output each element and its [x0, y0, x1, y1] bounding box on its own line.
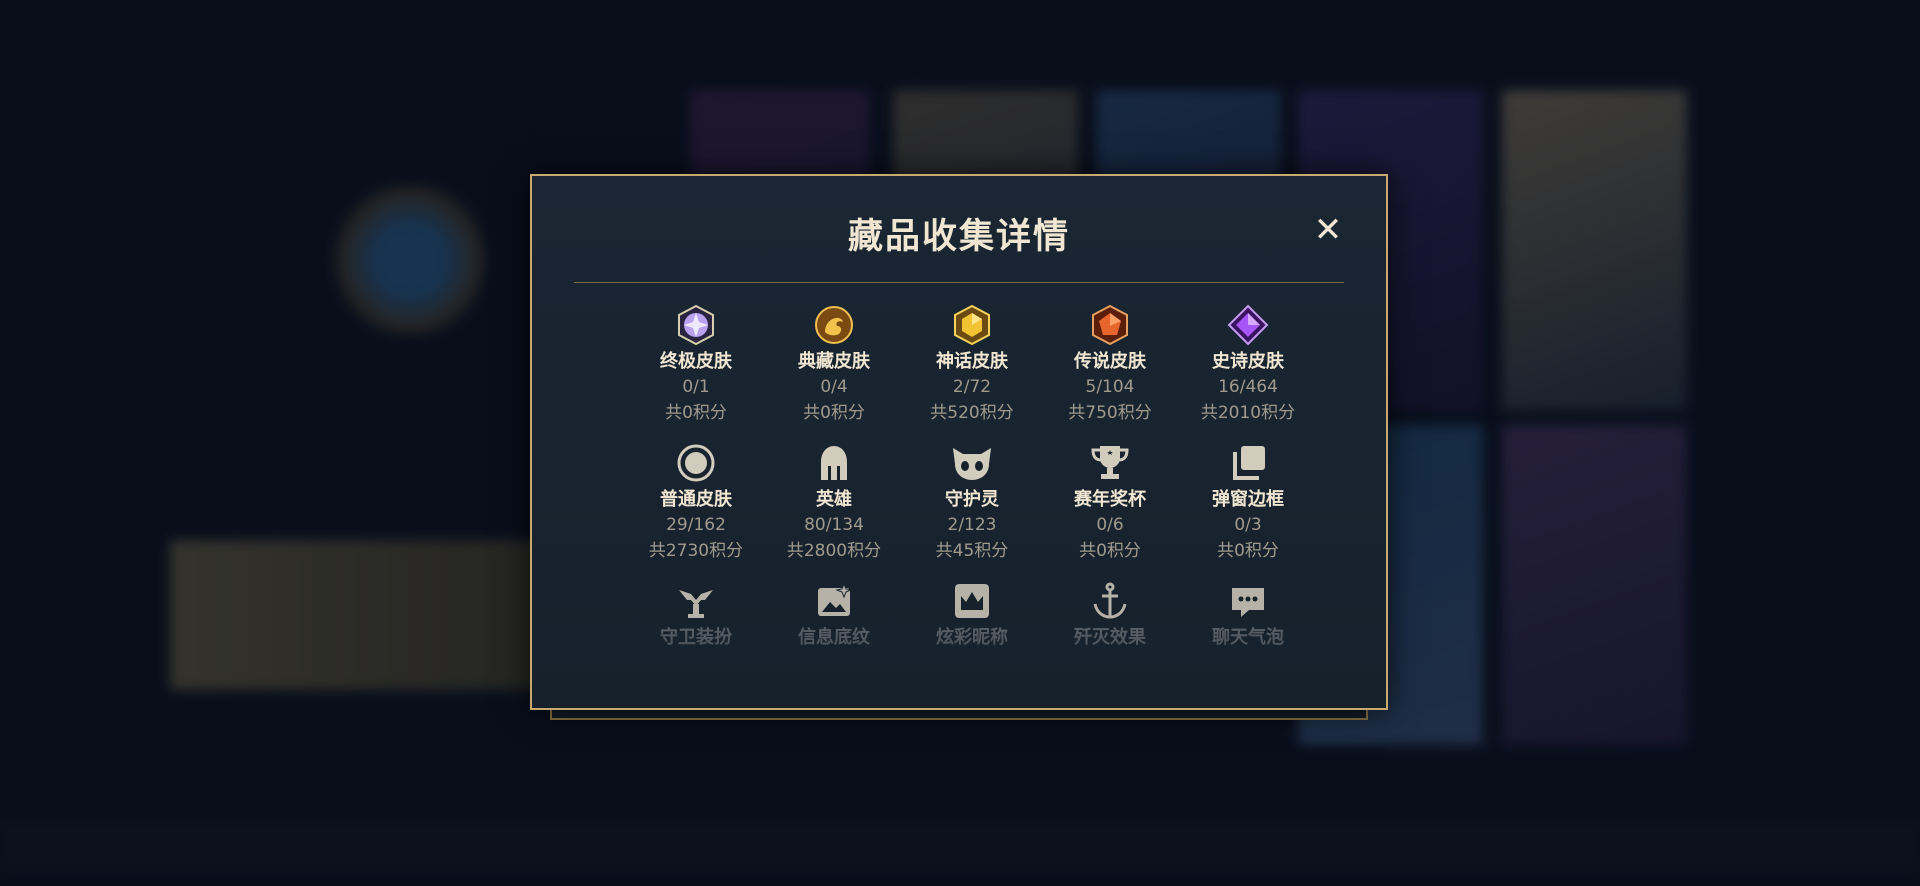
item-name: 守卫装扮 — [660, 627, 732, 648]
collection-item-epic-skin[interactable]: 史诗皮肤 16/464 共2010积分 — [1179, 302, 1317, 426]
ultimate-gem-icon — [627, 302, 765, 348]
item-points: 共2800积分 — [786, 541, 882, 561]
collection-item-season-trophy[interactable]: 赛年奖杯 0/6 共0积分 — [1041, 440, 1179, 564]
collection-item-little-legend[interactable]: 守护灵 2/123 共45积分 — [903, 440, 1041, 564]
item-points: 共0积分 — [803, 403, 865, 423]
item-name: 弹窗边框 — [1212, 489, 1284, 510]
collection-item-popup-frame[interactable]: 弹窗边框 0/3 共0积分 — [1179, 440, 1317, 564]
item-points: 共45积分 — [935, 541, 1009, 561]
item-points: 共750积分 — [1068, 403, 1152, 423]
item-count: 0/1 — [682, 377, 710, 397]
little-legend-icon — [903, 440, 1041, 486]
item-count: 29/162 — [666, 515, 726, 535]
frame-icon — [1179, 440, 1317, 486]
item-count: 0/4 — [820, 377, 848, 397]
item-points: 共2010积分 — [1200, 403, 1296, 423]
item-name: 守护灵 — [945, 489, 999, 510]
collection-item-profile-banner[interactable]: 信息底纹 — [765, 578, 903, 650]
item-name: 终极皮肤 — [660, 351, 732, 372]
collection-item-kill-effect[interactable]: 歼灭效果 — [1041, 578, 1179, 650]
collection-item-mythic-skin[interactable]: 神话皮肤 2/72 共520积分 — [903, 302, 1041, 426]
item-name: 赛年奖杯 — [1074, 489, 1146, 510]
trophy-icon — [1041, 440, 1179, 486]
item-points: 共0积分 — [1217, 541, 1279, 561]
collection-item-ultimate-skin[interactable]: 终极皮肤 0/1 共0积分 — [627, 302, 765, 426]
item-name: 典藏皮肤 — [798, 351, 870, 372]
item-points: 共0积分 — [665, 403, 727, 423]
collection-item-champion[interactable]: 英雄 80/134 共2800积分 — [765, 440, 903, 564]
collection-item-nickname-color[interactable]: 炫彩昵称 — [903, 578, 1041, 650]
collection-details-modal: 藏品收集详情 ✕ 终极皮肤 0/1 共0积分 典藏皮肤 0/4 共0积分 神话皮… — [530, 174, 1388, 710]
item-points: 共2730积分 — [648, 541, 744, 561]
item-name: 炫彩昵称 — [936, 627, 1008, 648]
helmet-icon — [765, 440, 903, 486]
item-count: 80/134 — [804, 515, 864, 535]
item-name: 神话皮肤 — [936, 351, 1008, 372]
collection-item-ward-skin[interactable]: 守卫装扮 — [627, 578, 765, 650]
prestige-dragon-icon — [765, 302, 903, 348]
collection-item-prestige-skin[interactable]: 典藏皮肤 0/4 共0积分 — [765, 302, 903, 426]
collection-item-legendary-skin[interactable]: 传说皮肤 5/104 共750积分 — [1041, 302, 1179, 426]
item-count: 2/123 — [947, 515, 997, 535]
close-icon[interactable]: ✕ — [1310, 212, 1346, 248]
item-name: 史诗皮肤 — [1212, 351, 1284, 372]
item-name: 聊天气泡 — [1212, 627, 1284, 648]
item-name: 普通皮肤 — [660, 489, 732, 510]
modal-divider — [574, 282, 1344, 283]
item-points: 共0积分 — [1079, 541, 1141, 561]
item-name: 歼灭效果 — [1074, 627, 1146, 648]
mythic-gem-icon — [903, 302, 1041, 348]
item-count: 16/464 — [1218, 377, 1278, 397]
anchor-icon — [1041, 578, 1179, 624]
collection-grid: 终极皮肤 0/1 共0积分 典藏皮肤 0/4 共0积分 神话皮肤 2/72 共5… — [627, 302, 1317, 650]
item-points: 共520积分 — [930, 403, 1014, 423]
crown-icon — [903, 578, 1041, 624]
legendary-gem-icon — [1041, 302, 1179, 348]
ward-icon — [627, 578, 765, 624]
item-name: 传说皮肤 — [1074, 351, 1146, 372]
item-count: 2/72 — [952, 377, 992, 397]
collection-item-standard-skin[interactable]: 普通皮肤 29/162 共2730积分 — [627, 440, 765, 564]
collection-item-chat-bubble[interactable]: 聊天气泡 — [1179, 578, 1317, 650]
item-count: 0/3 — [1234, 515, 1262, 535]
modal-title: 藏品收集详情 — [847, 217, 1070, 257]
epic-gem-icon — [1179, 302, 1317, 348]
item-count: 5/104 — [1085, 377, 1135, 397]
banner-icon — [765, 578, 903, 624]
standard-circle-icon — [627, 440, 765, 486]
item-name: 信息底纹 — [798, 627, 870, 648]
chat-bubble-icon — [1179, 578, 1317, 624]
item-name: 英雄 — [816, 489, 852, 510]
item-count: 0/6 — [1096, 515, 1124, 535]
